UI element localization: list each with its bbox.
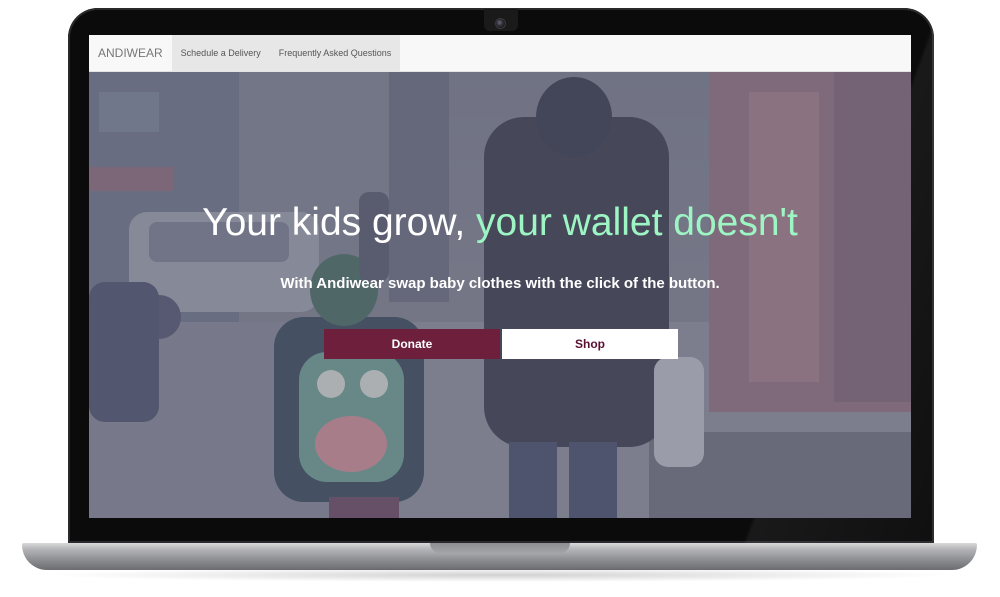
headline-main-text: Your kids grow, <box>202 201 477 244</box>
laptop-mockup: ANDIWEAR Schedule a Delivery Frequently … <box>0 0 1000 597</box>
nav-schedule-delivery[interactable]: Schedule a Delivery <box>171 35 270 71</box>
laptop-screen: ANDIWEAR Schedule a Delivery Frequently … <box>89 35 911 518</box>
brand-logo-link[interactable]: ANDIWEAR <box>89 35 172 71</box>
laptop-shadow <box>40 568 960 582</box>
hero-section: Your kids grow, your wallet doesn't With… <box>89 72 911 518</box>
donate-button[interactable]: Donate <box>324 329 500 359</box>
shop-button[interactable]: Shop <box>502 329 678 359</box>
hero-subtitle: With Andiwear swap baby clothes with the… <box>280 275 720 292</box>
hero-headline: Your kids grow, your wallet doesn't <box>89 200 911 246</box>
headline-accent-text: your wallet doesn't <box>476 201 798 244</box>
nav-faq[interactable]: Frequently Asked Questions <box>269 35 401 71</box>
hero-tint-overlay <box>89 72 911 518</box>
laptop-base-notch <box>430 543 570 553</box>
webcam-icon <box>496 19 505 28</box>
top-navbar: ANDIWEAR Schedule a Delivery Frequently … <box>89 35 911 72</box>
